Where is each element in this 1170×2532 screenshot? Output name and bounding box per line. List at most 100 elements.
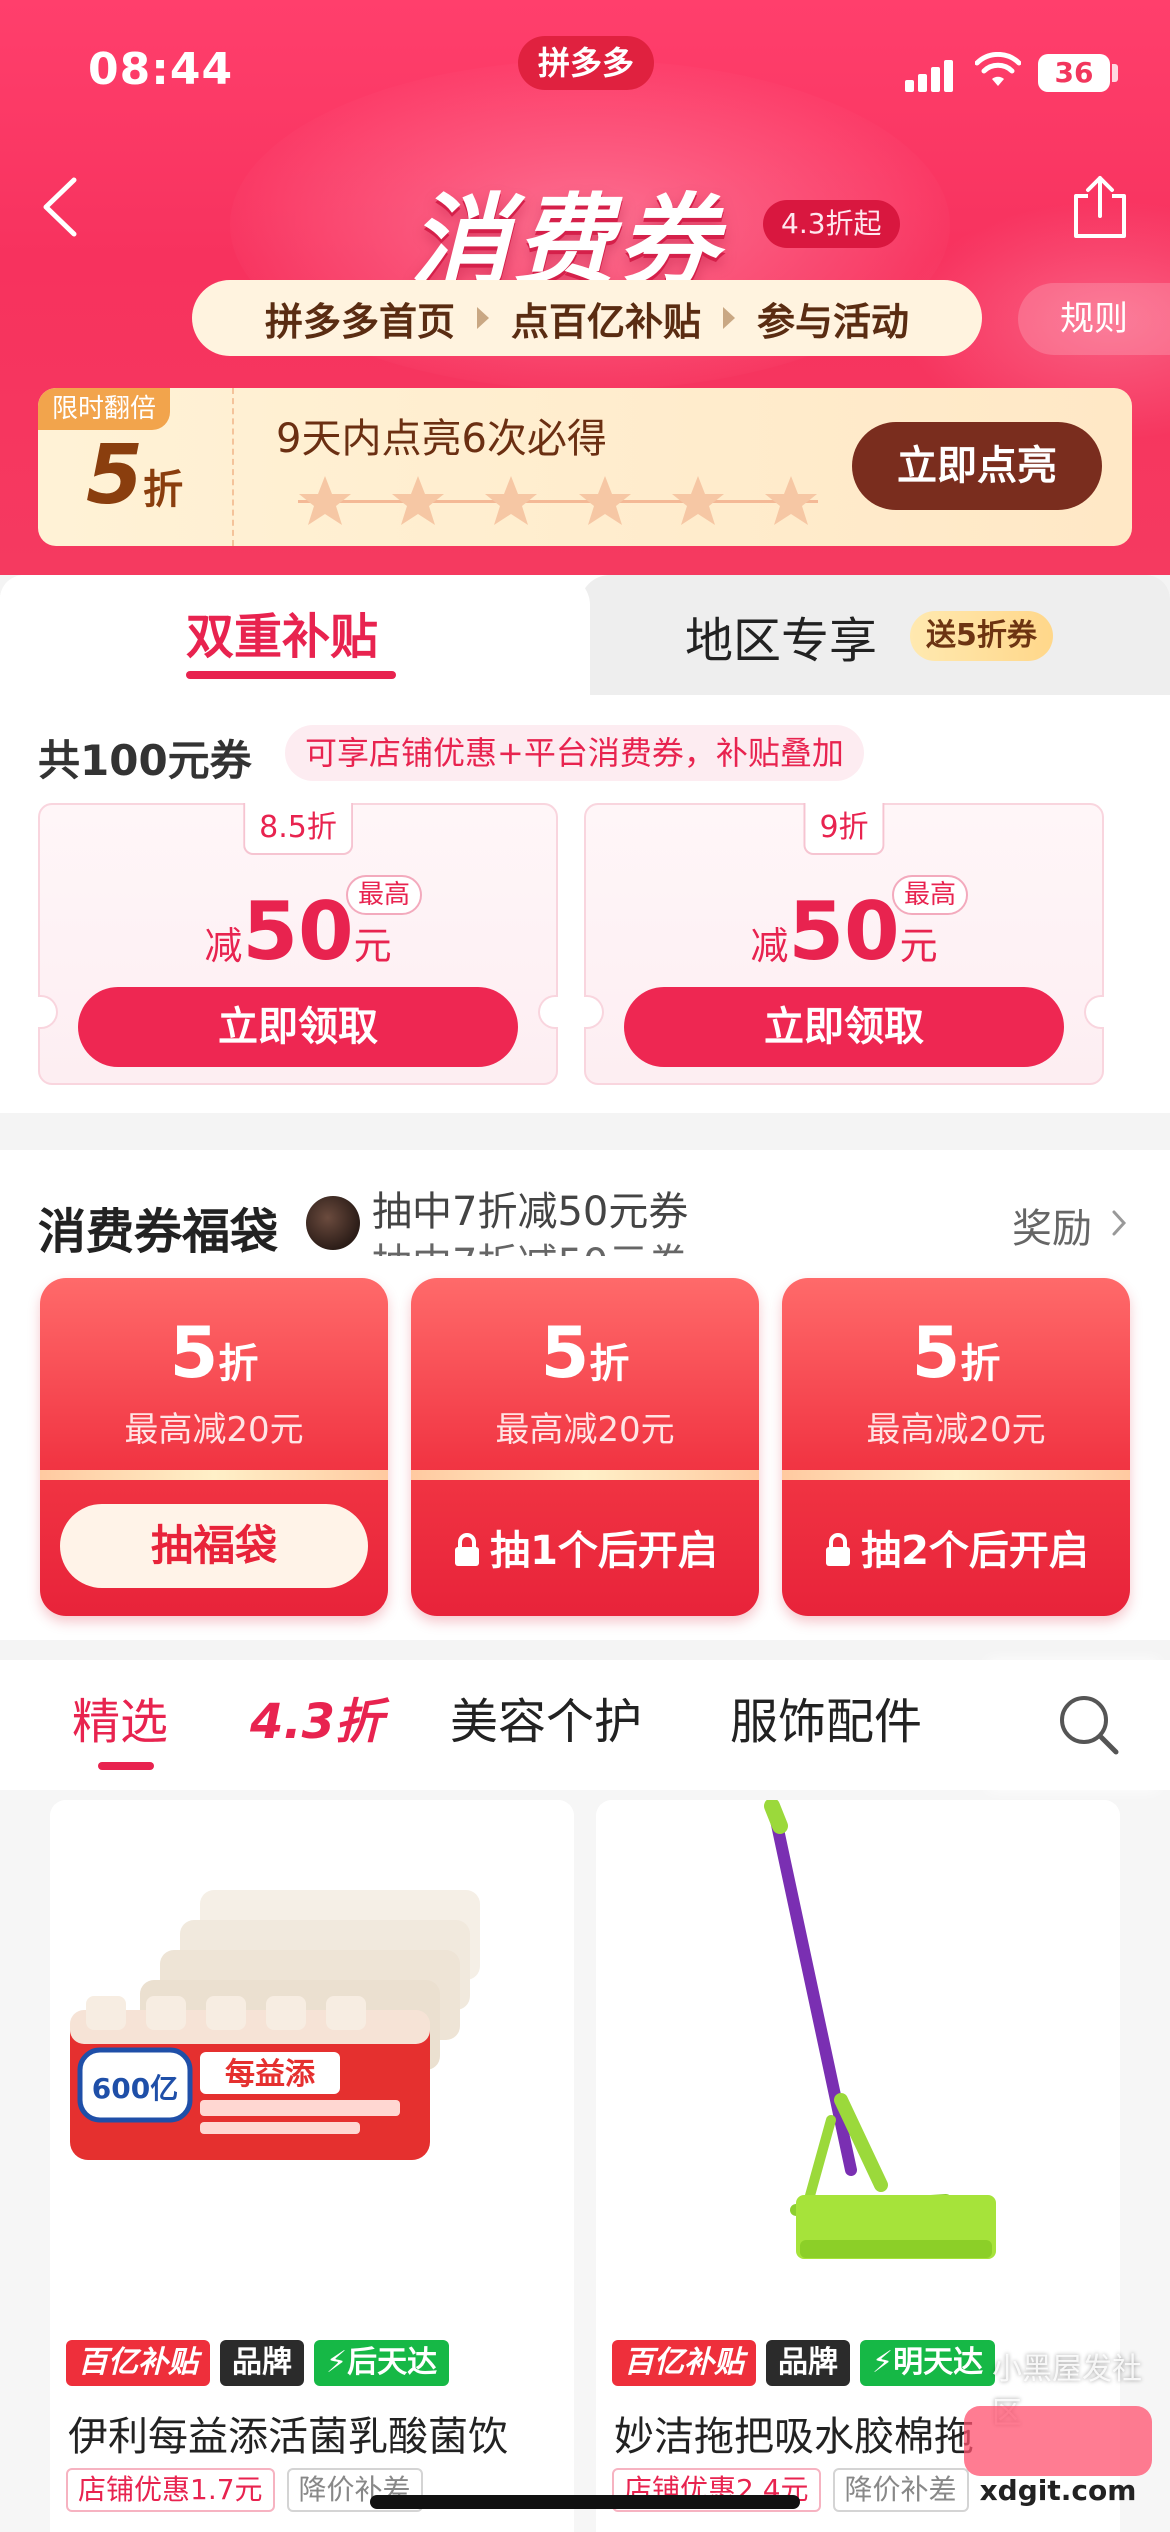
stars-track	[298, 500, 818, 503]
home-indicator[interactable]	[370, 2495, 800, 2509]
winner-ticker: 抽中7折减50元券 抽中7折减50元券	[372, 1186, 688, 1256]
category-underline	[98, 1762, 154, 1770]
tab-region[interactable]: 地区专享 送5折券	[580, 575, 1170, 695]
lightning-icon: ⚡	[326, 2345, 348, 2380]
category-search[interactable]	[1000, 1660, 1170, 1790]
coupon-prefix: 减	[750, 924, 789, 968]
back-icon[interactable]	[36, 172, 86, 242]
bag-unit: 折	[960, 1341, 1001, 1387]
category-tab-apparel[interactable]: 服饰配件	[730, 1682, 922, 1752]
activity-steps: 拼多多首页 点百亿补贴 参与活动	[192, 280, 982, 356]
star-icon	[765, 476, 818, 525]
deal-price-protect: 降价补差	[832, 2468, 969, 2512]
double-card-flag: 限时翻倍	[38, 388, 171, 430]
bag-number: 5	[540, 1312, 590, 1394]
chevron-right-icon[interactable]	[1108, 1208, 1130, 1238]
mop-image	[764, 1800, 996, 2259]
bag-number: 5	[169, 1312, 219, 1394]
step-arrow-icon	[723, 307, 735, 329]
coupon-prefix: 减	[204, 924, 243, 968]
share-icon[interactable]	[1068, 172, 1132, 242]
bag-unit: 折	[589, 1341, 630, 1387]
battery-icon: 36	[1038, 54, 1110, 92]
light-up-button[interactable]: 立即点亮	[852, 422, 1102, 510]
double-card: 限时翻倍 5折 9天内点亮6次必得 立即点亮	[38, 388, 1132, 546]
bag-locked-label: 抽1个后开启	[411, 1518, 759, 1576]
double-card-unit: 折	[143, 467, 184, 513]
watermark-logo: xdgit.com	[958, 2400, 1158, 2510]
coupon-discount: 8.5折	[243, 803, 353, 855]
ticker-line: 抽中7折减50元券	[372, 1189, 689, 1235]
star-icon	[392, 476, 444, 525]
lucky-bag-title: 消费券福袋	[38, 1204, 279, 1260]
product-card[interactable]: 600亿 每益添 百亿补贴 品牌 ⚡后天达 伊利每益添活菌乳酸菌饮 店铺优惠1.…	[50, 1800, 574, 2532]
rewards-link[interactable]: 奖励	[1012, 1196, 1092, 1254]
coupon-card: 9折 减50元 最高 立即领取	[584, 803, 1104, 1085]
product-name: 伊利每益添活菌乳酸菌饮	[68, 2414, 508, 2460]
ticker-line: 抽中7折减50元券	[372, 1238, 688, 1256]
coupon-notch	[538, 995, 558, 1029]
lucky-bag-section: 消费券福袋 抽中7折减50元券 抽中7折减50元券 奖励 5折 最高减20元 抽…	[0, 1150, 1170, 1640]
hero-banner: 08:44 拼多多 36 消费券 4.3折起 拼多多首页 点百亿补贴 参与活动 …	[0, 0, 1170, 575]
double-card-text: 9天内点亮6次必得	[276, 416, 607, 462]
bag-number: 5	[911, 1312, 961, 1394]
image-label: 600亿	[92, 2072, 178, 2105]
category-tab-featured[interactable]: 精选	[72, 1682, 168, 1752]
product-image	[596, 1800, 1120, 2330]
product-deals: 店铺优惠1.7元 降价补差	[66, 2468, 423, 2512]
lucky-bag-card[interactable]: 5折 最高减20元 抽1个后开启	[411, 1278, 759, 1616]
category-tab-discount[interactable]: 4.3折	[250, 1682, 383, 1752]
lock-icon	[455, 1533, 480, 1566]
coupon-notch	[584, 995, 604, 1029]
claim-button[interactable]: 立即领取	[624, 987, 1064, 1067]
subsidy-tabs: 地区专享 送5折券 双重补贴	[0, 575, 1170, 695]
progress-stars	[278, 472, 838, 532]
coupon-max-tag: 最高	[892, 875, 969, 915]
tab-double-subsidy[interactable]: 双重补贴	[0, 575, 590, 695]
tag-delivery-text: 明天达	[893, 2345, 984, 2380]
bag-band	[411, 1470, 759, 1480]
rules-button[interactable]: 规则	[1018, 283, 1170, 355]
bag-unit: 折	[218, 1341, 259, 1387]
tag-subsidy: 百亿补贴	[66, 2340, 210, 2386]
star-icon	[298, 476, 351, 525]
search-icon[interactable]	[1054, 1690, 1124, 1760]
tag-subsidy: 百亿补贴	[612, 2340, 756, 2386]
product-name: 妙洁拖把吸水胶棉拖	[614, 2414, 974, 2460]
tab-region-badge: 送5折券	[910, 611, 1053, 661]
bag-value: 5折	[782, 1312, 1130, 1394]
coupon-amount: 减50元	[40, 885, 556, 978]
category-tab-beauty[interactable]: 美容个护	[450, 1682, 642, 1752]
battery-tip	[1112, 64, 1118, 82]
tab-double-subsidy-label: 双重补贴	[186, 609, 379, 665]
step-join: 参与活动	[757, 299, 910, 344]
coupon-discount: 9折	[803, 803, 885, 855]
draw-bag-button[interactable]: 抽福袋	[60, 1504, 368, 1588]
watermark-brand: xdgit.com	[980, 2474, 1137, 2507]
status-bar: 08:44 拼多多 36	[0, 0, 1170, 140]
bag-max: 最高减20元	[866, 1410, 1046, 1450]
step-home: 拼多多首页	[264, 299, 455, 344]
tag-brand: 品牌	[220, 2340, 304, 2386]
lucky-bag-card[interactable]: 5折 最高减20元 抽福袋	[40, 1278, 388, 1616]
tag-delivery-text: 后天达	[347, 2345, 438, 2380]
lucky-bag-card[interactable]: 5折 最高减20元 抽2个后开启	[782, 1278, 1130, 1616]
image-label: 每益添	[225, 2057, 316, 2092]
stacking-tip: 可享店铺优惠+平台消费券，补贴叠加	[285, 725, 864, 781]
product-tags: 百亿补贴 品牌 ⚡后天达	[66, 2340, 450, 2386]
bag-locked-label: 抽2个后开启	[782, 1518, 1130, 1576]
category-tabs: 精选 4.3折 美容个护 服饰配件	[0, 1660, 1170, 1790]
tag-delivery: ⚡后天达	[314, 2340, 450, 2386]
tag-delivery: ⚡明天达	[860, 2340, 996, 2386]
coupon-max-tag: 最高	[346, 875, 423, 915]
bag-locked-text: 抽2个后开启	[861, 1528, 1089, 1574]
avatar	[306, 1196, 360, 1250]
yogurt-drink-image: 600亿 每益添	[70, 1890, 480, 2160]
claim-button[interactable]: 立即领取	[78, 987, 518, 1067]
title-discount-tag: 4.3折起	[763, 200, 900, 248]
lock-icon	[826, 1533, 851, 1566]
step-arrow-icon	[476, 307, 489, 329]
tab-region-label: 地区专享	[685, 613, 878, 669]
bag-value: 5折	[40, 1312, 388, 1394]
app-badge: 拼多多	[518, 36, 654, 90]
